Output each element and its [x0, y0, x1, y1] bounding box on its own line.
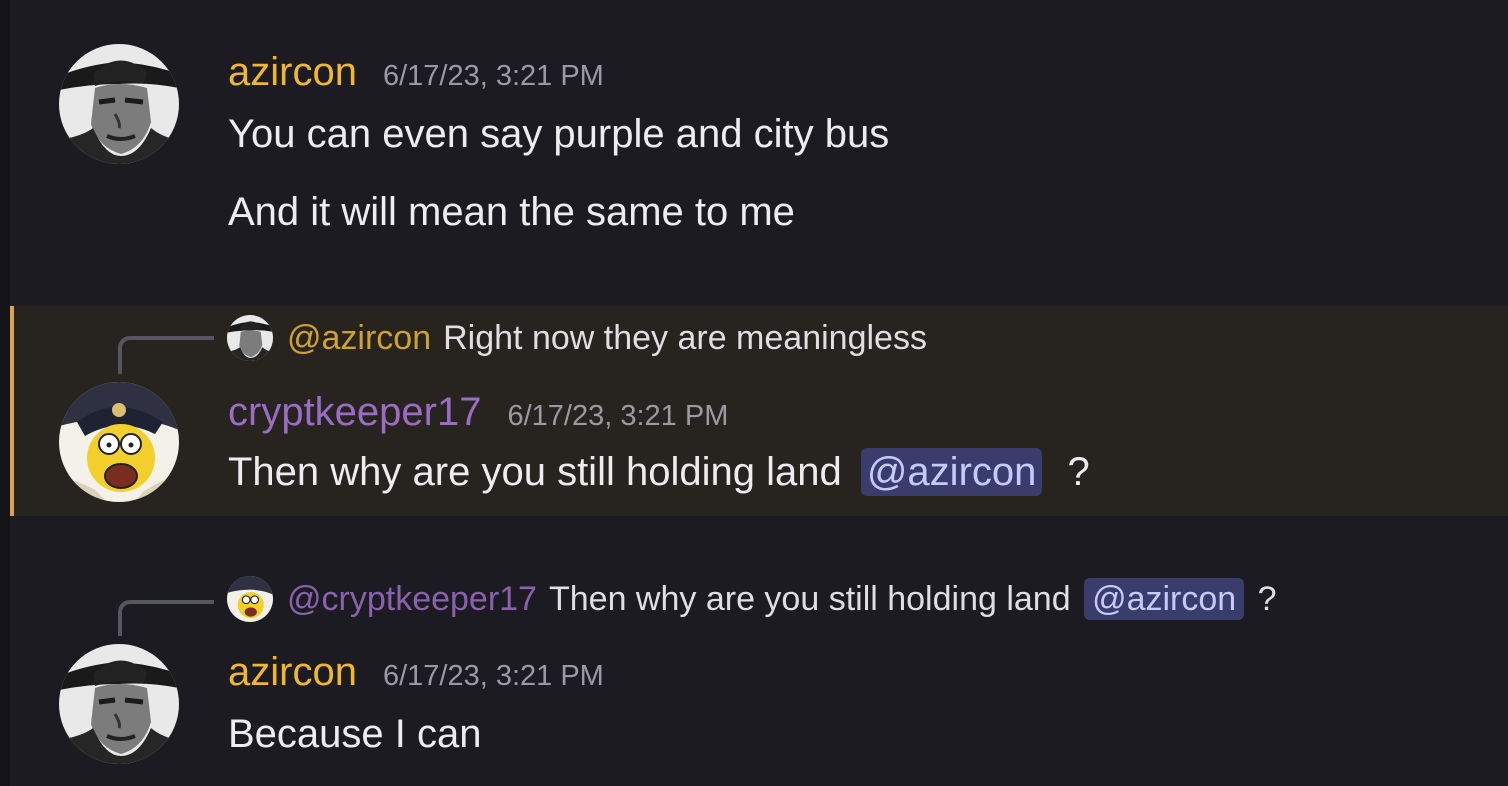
message-text-after: ? [1067, 450, 1090, 494]
user-mention[interactable]: @azircon [860, 448, 1043, 496]
avatar-cryptkeeper17[interactable] [59, 382, 179, 502]
message-item[interactable]: @cryptkeeper17 Then why are you still ho… [10, 516, 1508, 786]
message-author[interactable]: cryptkeeper17 [228, 390, 481, 435]
message-author[interactable]: azircon [228, 650, 357, 695]
message-text-before: Then why are you still holding land [228, 450, 842, 494]
reply-avatar [227, 576, 273, 622]
message-timestamp: 6/17/23, 3:21 PM [382, 660, 604, 692]
avatar-azircon[interactable] [59, 644, 179, 764]
chat-message-list: azircon 6/17/23, 3:21 PM You can even sa… [0, 0, 1508, 786]
cowboy-portrait-avatar-icon [59, 644, 179, 764]
user-mention[interactable]: @azircon [1084, 577, 1245, 620]
message-timestamp: 6/17/23, 3:21 PM [382, 60, 604, 92]
message-text: And it will mean the same to me [228, 190, 795, 234]
cowboy-portrait-avatar-icon [59, 44, 179, 164]
reply-preview[interactable]: @azircon Right now they are meaningless [227, 314, 927, 362]
avatar-azircon[interactable] [59, 44, 179, 164]
message-item[interactable]: azircon 6/17/23, 3:21 PM You can even sa… [10, 0, 1508, 306]
message-author[interactable]: azircon [228, 50, 357, 95]
reply-text: Then why are you still holding land @azi… [548, 577, 1277, 620]
message-text: Then why are you still holding land @azi… [228, 448, 1090, 496]
cartoon-pirate-avatar-icon [59, 382, 179, 502]
reply-author[interactable]: @azircon [287, 319, 431, 358]
cartoon-pirate-avatar-icon [227, 576, 273, 622]
reply-text: Right now they are meaningless [443, 318, 927, 357]
message-text: You can even say purple and city bus [228, 112, 890, 156]
message-timestamp: 6/17/23, 3:21 PM [507, 400, 729, 432]
cowboy-portrait-avatar-icon [227, 315, 273, 361]
reply-author[interactable]: @cryptkeeper17 [287, 580, 537, 619]
reply-text-after: ? [1257, 579, 1277, 618]
reply-connector [118, 600, 214, 636]
channel-edge [0, 0, 10, 786]
reply-text-before: Then why are you still holding land [548, 579, 1071, 618]
reply-connector [118, 336, 214, 374]
reply-avatar [227, 315, 273, 361]
reply-preview[interactable]: @cryptkeeper17 Then why are you still ho… [227, 574, 1277, 624]
message-item-highlighted[interactable]: @azircon Right now they are meaningless … [10, 306, 1508, 516]
message-text: Because I can [228, 712, 482, 756]
